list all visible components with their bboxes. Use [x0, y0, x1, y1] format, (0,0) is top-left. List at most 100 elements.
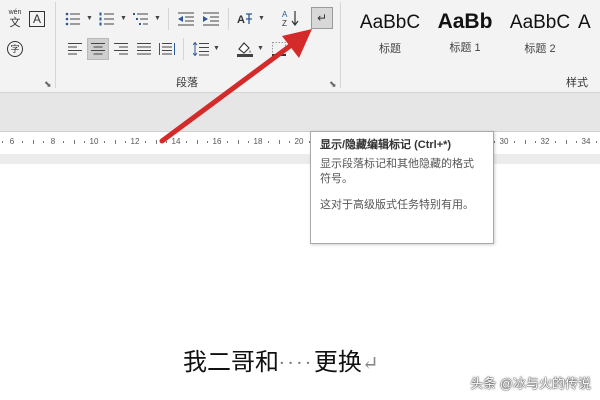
document-text-after: 更换: [313, 348, 362, 376]
tooltip-title: 显示/隐藏编辑标记 (Ctrl+*): [320, 139, 452, 151]
ruler-number: 6: [9, 137, 15, 146]
decrease-indent-button[interactable]: [175, 8, 197, 30]
ruler-tick: [155, 140, 157, 144]
character-border-icon: A: [29, 11, 45, 27]
character-border-button[interactable]: A: [26, 8, 48, 30]
ruler-number: 32: [540, 137, 550, 146]
space-marks: ····: [279, 353, 314, 374]
document-background: [0, 93, 600, 131]
ruler-tick: [63, 141, 65, 143]
justify-icon: [137, 43, 151, 55]
shading-dropdown-icon[interactable]: ▼: [257, 45, 264, 52]
line-spacing-dropdown-icon[interactable]: ▼: [213, 45, 220, 52]
align-center-icon: [91, 43, 105, 55]
phonetic-guide-button[interactable]: wén 文: [4, 8, 26, 30]
ruler-gutter: [0, 154, 600, 164]
ruler-tick: [145, 141, 147, 143]
line-spacing-button[interactable]: [190, 38, 212, 60]
horizontal-ruler[interactable]: 6810121416182022242628303234: [0, 131, 600, 155]
ruler-tick: [514, 141, 516, 143]
chinese-layout-button[interactable]: A: [234, 8, 256, 30]
show-hide-marks-tooltip: 显示/隐藏编辑标记 (Ctrl+*) 显示段落标记和其他隐藏的格式符号。 这对于…: [310, 131, 494, 244]
ruler-tick: [196, 140, 198, 144]
style-name: 标题: [379, 43, 401, 55]
multilevel-list-dropdown-icon[interactable]: ▼: [154, 15, 161, 22]
styles-group-label: 样式: [566, 77, 588, 89]
style-heading-1[interactable]: AaBb 标题 1: [430, 6, 500, 58]
bullets-dropdown-icon[interactable]: ▼: [86, 15, 93, 22]
ruler-tick: [114, 140, 116, 144]
separator: [183, 38, 184, 60]
sort-icon: A Z: [282, 10, 299, 27]
align-center-button[interactable]: [87, 38, 109, 60]
ruler-tick: [186, 141, 188, 143]
ruler-tick: [268, 141, 270, 143]
align-left-button[interactable]: [64, 38, 86, 60]
multilevel-list-icon: [133, 13, 148, 25]
ruler-tick: [83, 141, 85, 143]
borders-button[interactable]: [268, 38, 290, 60]
style-heading[interactable]: AaBbC 标题: [354, 6, 426, 58]
decrease-indent-icon: [178, 12, 194, 26]
watermark: 头条 @冰与火的传说: [470, 376, 591, 391]
align-left-icon: [68, 43, 82, 55]
ruler-tick: [73, 140, 75, 144]
numbering-icon: [99, 12, 114, 26]
style-sample: AaBbC: [359, 12, 421, 33]
increase-indent-button[interactable]: [200, 8, 222, 30]
ruler-number: 16: [212, 137, 222, 146]
svg-text:Z: Z: [282, 19, 287, 27]
ruler-tick: [575, 141, 577, 143]
separator: [228, 8, 229, 30]
show-hide-marks-button[interactable]: ↵: [311, 7, 333, 29]
style-heading-2[interactable]: AaBbC 标题 2: [504, 6, 576, 58]
font-dialog-launcher-icon[interactable]: ⬊: [44, 79, 52, 90]
increase-indent-icon: [203, 12, 219, 26]
phonetic-guide-text: wén: [8, 9, 22, 16]
style-next[interactable]: A: [578, 6, 600, 58]
justify-button[interactable]: [133, 38, 155, 60]
chinese-layout-icon: A: [237, 13, 252, 26]
ruler-tick: [565, 140, 567, 144]
bullets-icon: [65, 12, 80, 26]
ruler-tick: [32, 140, 34, 144]
document-text-before: 我二哥和: [183, 348, 279, 376]
borders-icon: [272, 42, 286, 56]
chinese-layout-dropdown-icon[interactable]: ▼: [258, 15, 265, 22]
phonetic-guide-base: 文: [9, 17, 21, 29]
bullets-button[interactable]: [62, 8, 84, 30]
ruler-tick: [206, 141, 208, 143]
sort-button[interactable]: A Z: [280, 7, 302, 29]
distributed-icon: [159, 43, 175, 55]
group-separator: [55, 2, 56, 88]
svg-text:A: A: [237, 14, 245, 26]
paragraph-dialog-launcher-icon[interactable]: ⬊: [329, 79, 337, 90]
ruler-tick: [555, 141, 557, 143]
ruler-tick: [237, 140, 239, 144]
style-name: 标题 2: [524, 43, 556, 55]
numbering-button[interactable]: [96, 8, 118, 30]
document-text-line[interactable]: 我二哥和····更换↵: [183, 342, 379, 377]
numbering-dropdown-icon[interactable]: ▼: [120, 15, 127, 22]
paragraph-group-label: 段落: [176, 77, 198, 89]
enclose-characters-icon: 字: [7, 41, 23, 57]
shading-button[interactable]: [234, 38, 256, 60]
group-separator: [340, 2, 341, 88]
paragraph-mark: ↵: [361, 351, 379, 375]
ruler-tick: [227, 141, 229, 143]
ruler-number: 10: [89, 137, 99, 146]
style-name: 标题 1: [449, 42, 481, 54]
ruler-tick: [104, 141, 106, 143]
shading-icon: [237, 42, 253, 57]
style-sample: AaBbC: [509, 12, 571, 33]
ruler-tick: [596, 141, 598, 143]
ruler-number: 30: [499, 137, 509, 146]
ribbon: wén 文 A 字 ▼ ▼ ▼ A ▼ A Z ↵ ▼ ▼ 段落 ⬊ ⬊ AaB…: [0, 0, 600, 93]
enclose-characters-button[interactable]: 字: [4, 38, 26, 60]
distributed-button[interactable]: [156, 38, 178, 60]
ruler-tick: [278, 140, 280, 144]
multilevel-list-button[interactable]: [130, 8, 152, 30]
align-right-button[interactable]: [110, 38, 132, 60]
separator: [168, 8, 169, 30]
ruler-number: 8: [50, 137, 56, 146]
